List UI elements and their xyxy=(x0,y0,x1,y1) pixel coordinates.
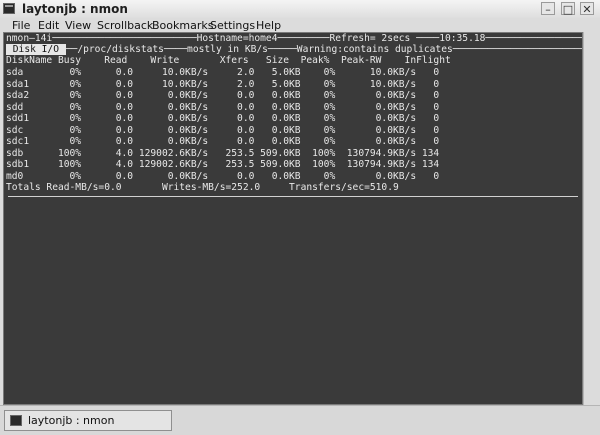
disk-io-tab-label: Disk I/O xyxy=(6,44,66,55)
taskbar: laytonjb : nmon xyxy=(0,405,600,435)
taskbar-window-label: laytonjb : nmon xyxy=(28,414,115,427)
terminal-window: laytonjb : nmon – □ ✕ File Edit View Scr… xyxy=(0,0,600,435)
menu-settings[interactable]: Settings xyxy=(210,18,255,33)
table-row: sdd 0% 0.0 0.0KB/s 0.0 0.0KB 0% 0.0KB/s … xyxy=(6,101,440,113)
totals-line: Totals Read-MB/s=0.0 Writes-MB/s=252.0 T… xyxy=(6,182,399,193)
menu-scrollback[interactable]: Scrollback xyxy=(97,18,153,33)
terminal-scrollbar[interactable] xyxy=(583,32,597,405)
table-row: sdd1 0% 0.0 0.0KB/s 0.0 0.0KB 0% 0.0KB/s… xyxy=(6,113,440,124)
title-bar[interactable]: laytonjb : nmon – □ ✕ xyxy=(0,0,600,19)
column-header: DiskName Busy Read Write Xfers Size Peak… xyxy=(6,55,451,66)
taskbar-window-button[interactable]: laytonjb : nmon xyxy=(4,410,172,431)
terminal-icon[interactable] xyxy=(3,3,15,14)
maximize-button[interactable]: □ xyxy=(561,2,575,16)
menu-bookmarks[interactable]: Bookmarks xyxy=(152,18,213,33)
minimize-button[interactable]: – xyxy=(541,2,555,16)
disk-io-section-line: Disk I/O ──/proc/diskstats────mostly in … xyxy=(6,44,583,56)
table-row: sda1 0% 0.0 10.0KB/s 2.0 5.0KB 0% 10.0KB… xyxy=(6,78,440,90)
menu-view[interactable]: View xyxy=(65,18,91,33)
menu-edit[interactable]: Edit xyxy=(38,18,59,33)
close-button[interactable]: ✕ xyxy=(580,2,594,16)
table-row: sda 0% 0.0 10.0KB/s 2.0 5.0KB 0% 10.0KB/… xyxy=(6,67,440,78)
section-description: ──/proc/diskstats────mostly in KB/s─────… xyxy=(65,44,583,55)
table-row: sdc1 0% 0.0 0.0KB/s 0.0 0.0KB 0% 0.0KB/s… xyxy=(6,136,440,147)
section-divider xyxy=(8,196,578,197)
table-row: sdb 100% 4.0 129002.6KB/s 253.5 509.0KB … xyxy=(6,147,440,159)
menu-help[interactable]: Help xyxy=(256,18,281,33)
terminal-output[interactable]: nmon–14i─────────────────────────Hostnam… xyxy=(3,32,583,405)
table-row: md0 0% 0.0 0.0KB/s 0.0 0.0KB 0% 0.0KB/s … xyxy=(6,170,440,182)
menu-file[interactable]: File xyxy=(12,18,30,33)
table-row: sdb1 100% 4.0 129002.6KB/s 253.5 509.0KB… xyxy=(6,159,440,170)
table-row: sdc 0% 0.0 0.0KB/s 0.0 0.0KB 0% 0.0KB/s … xyxy=(6,124,440,136)
nmon-header-line: nmon–14i─────────────────────────Hostnam… xyxy=(6,33,583,44)
terminal-icon xyxy=(10,415,22,426)
table-row: sda2 0% 0.0 0.0KB/s 0.0 0.0KB 0% 0.0KB/s… xyxy=(6,90,440,101)
window-title: laytonjb : nmon xyxy=(22,2,128,16)
